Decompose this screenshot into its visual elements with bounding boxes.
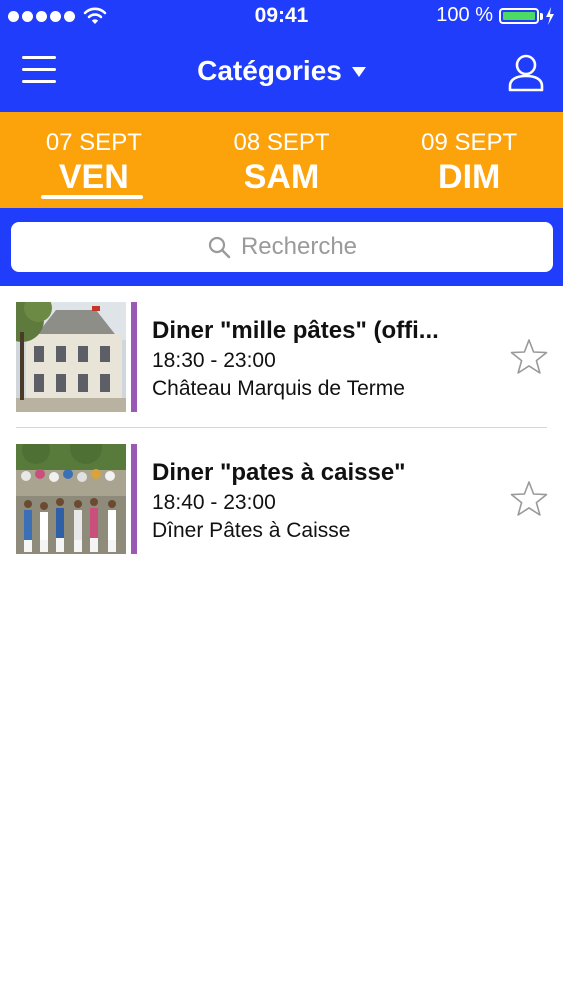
battery-fill <box>503 11 535 20</box>
star-outline-icon[interactable] <box>510 480 548 518</box>
list-item[interactable]: Diner "pates à caisse" 18:40 - 23:00 Dîn… <box>0 428 563 570</box>
battery-percent: 100 % <box>436 4 493 26</box>
event-venue: Château Marquis de Terme <box>152 377 405 400</box>
event-title: Diner "pates à caisse" <box>152 459 406 486</box>
event-time: 18:40 - 23:00 <box>152 491 276 514</box>
list-item[interactable]: Diner "mille pâtes" (offi... 18:30 - 23:… <box>0 286 563 428</box>
star-outline-icon[interactable] <box>510 338 548 376</box>
search-placeholder: Recherche <box>240 233 358 260</box>
tab-day-label: DIM <box>438 158 501 196</box>
event-thumbnail <box>16 444 126 554</box>
event-thumbnail <box>16 302 126 412</box>
category-dropdown[interactable]: Catégories <box>197 55 366 87</box>
hamburger-menu-icon[interactable] <box>22 56 56 88</box>
tab-08-sept[interactable]: 08 SEPT SAM <box>188 112 376 208</box>
category-color-bar <box>131 302 137 412</box>
status-bar: 09:41 100 % <box>0 0 563 34</box>
search-area: Recherche <box>0 208 563 286</box>
event-title: Diner "mille pâtes" (offi... <box>152 317 439 344</box>
tab-day-label: SAM <box>243 158 320 196</box>
caret-down-icon <box>351 67 366 77</box>
event-time: 18:30 - 23:00 <box>152 349 276 372</box>
tab-07-sept[interactable]: 07 SEPT VEN <box>0 112 188 208</box>
search-input[interactable]: Recherche <box>11 222 553 272</box>
event-venue: Dîner Pâtes à Caisse <box>152 519 351 542</box>
selected-tab-indicator <box>41 195 143 199</box>
tab-day-label: VEN <box>58 158 129 196</box>
nav-title: Catégories <box>0 55 563 87</box>
nav-bar: Catégories <box>0 34 563 112</box>
tab-date-label: 08 SEPT <box>233 129 330 156</box>
category-color-bar <box>131 444 137 554</box>
event-list: Diner "mille pâtes" (offi... 18:30 - 23:… <box>0 286 563 570</box>
charging-bolt-icon <box>546 6 554 25</box>
nav-title-label: Catégories <box>197 55 342 86</box>
tab-date-label: 09 SEPT <box>421 129 518 156</box>
status-right: 100 % <box>436 4 555 27</box>
event-text: Diner "pates à caisse" 18:40 - 23:00 Dîn… <box>152 458 482 545</box>
user-icon[interactable] <box>507 52 545 92</box>
tab-09-sept[interactable]: 09 SEPT DIM <box>375 112 563 208</box>
date-tabs: 07 SEPT VEN 08 SEPT SAM 09 SEPT DIM <box>0 112 563 208</box>
battery-icon <box>499 7 543 24</box>
search-icon <box>208 236 231 259</box>
event-text: Diner "mille pâtes" (offi... 18:30 - 23:… <box>152 316 482 403</box>
tab-date-label: 07 SEPT <box>45 129 142 156</box>
